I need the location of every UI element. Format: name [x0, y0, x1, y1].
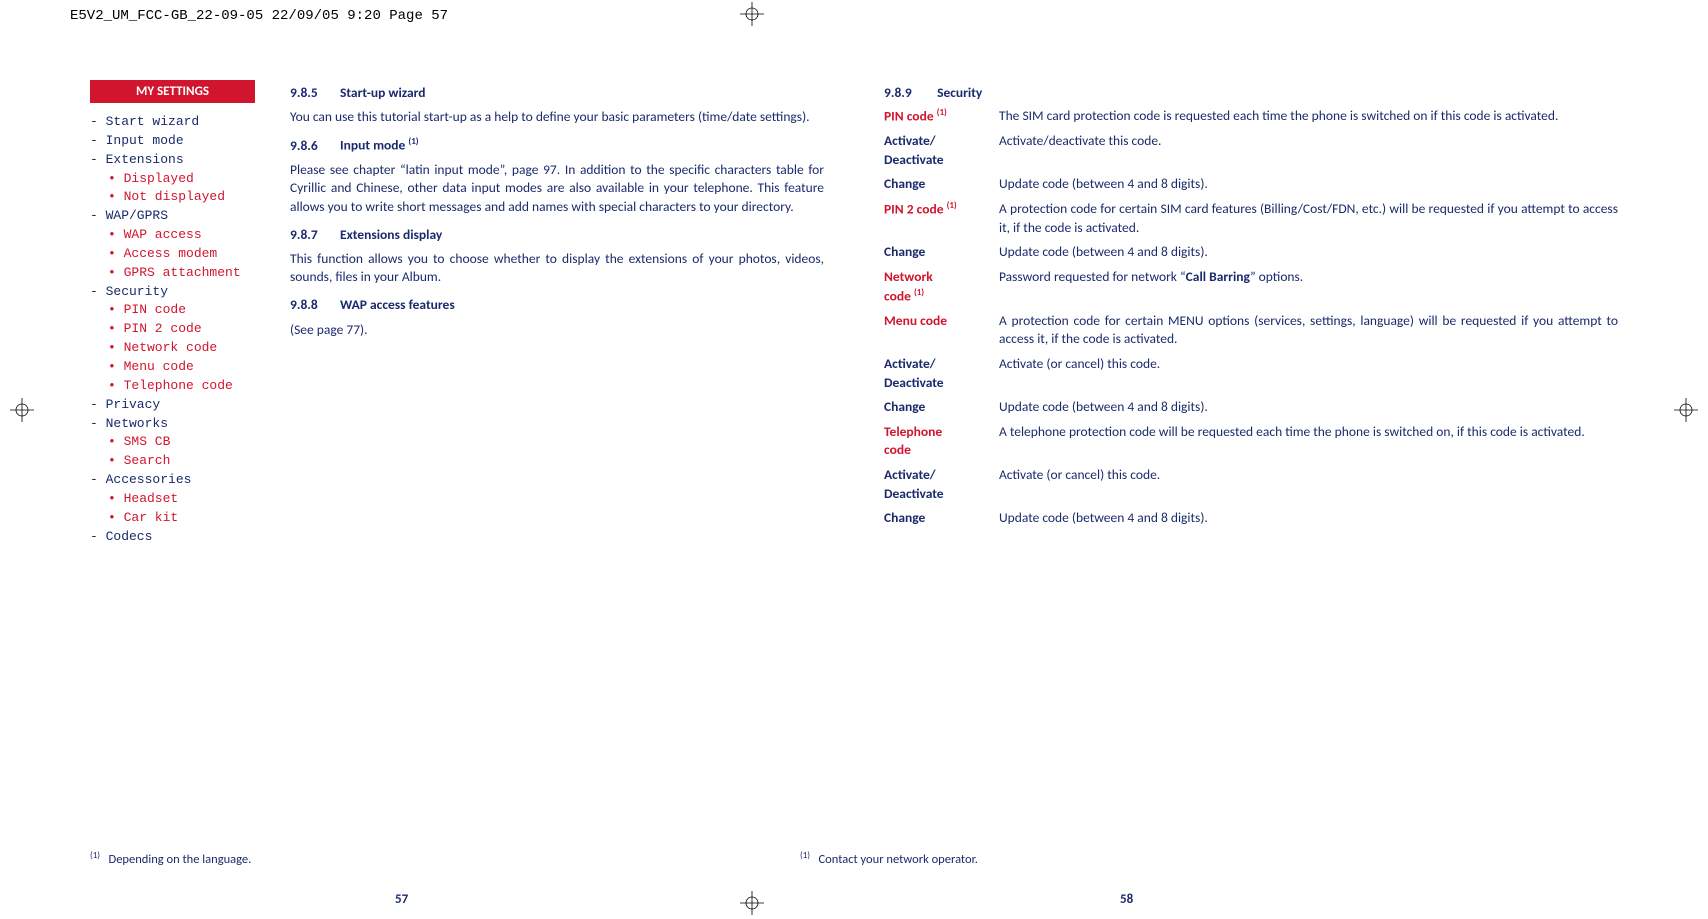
footnote-text: Contact your network operator. — [819, 852, 978, 867]
definition-body: Update code (between 4 and 8 digits). — [999, 243, 1618, 262]
definition-body: Activate/deactivate this code. — [999, 132, 1618, 169]
definition-term: Change — [884, 175, 999, 194]
paragraph: You can use this tutorial start-up as a … — [290, 108, 824, 126]
definition-row: ChangeUpdate code (between 4 and 8 digit… — [884, 398, 1618, 417]
definition-row: Activate/DeactivateActivate/deactivate t… — [884, 132, 1618, 169]
section-heading: 9.8.6Input mode (1) — [290, 136, 824, 155]
footnote-text: Depending on the language. — [109, 852, 252, 867]
definition-row: TelephonecodeA telephone protection code… — [884, 423, 1618, 460]
sidebar-top-item: - Input mode — [90, 132, 270, 151]
left-body: 9.8.5Start-up wizard You can use this tut… — [290, 80, 824, 546]
sidebar-top-item: - Codecs — [90, 528, 270, 547]
definition-body: The SIM card protection code is requeste… — [999, 107, 1618, 126]
crop-mark-right — [1674, 398, 1698, 422]
definition-body: Password requested for network “Call Bar… — [999, 268, 1618, 306]
definition-term: Activate/Deactivate — [884, 466, 999, 503]
sidebar-top-item: - Privacy — [90, 396, 270, 415]
definition-row: Activate/DeactivateActivate (or cancel) … — [884, 355, 1618, 392]
print-header: E5V2_UM_FCC-GB_22-09-05 22/09/05 9:20 Pa… — [70, 8, 448, 24]
section-heading: 9.8.5Start-up wizard — [290, 84, 824, 102]
definition-body: Update code (between 4 and 8 digits). — [999, 398, 1618, 417]
page-left: MY SETTINGS - Start wizard- Input mode- … — [90, 80, 824, 807]
section-heading: 9.8.8WAP access features — [290, 296, 824, 314]
sidebar-sub-item: • Car kit — [90, 509, 270, 528]
sidebar-top-item: - Extensions — [90, 151, 270, 170]
section-heading-security: 9.8.9 Security — [884, 84, 1618, 101]
sidebar-sub-item: • Network code — [90, 339, 270, 358]
definition-row: ChangeUpdate code (between 4 and 8 digit… — [884, 175, 1618, 194]
section-tab: MY SETTINGS — [90, 80, 255, 103]
footnote-mark: (1) — [800, 850, 810, 861]
definition-row: ChangeUpdate code (between 4 and 8 digit… — [884, 243, 1618, 262]
crop-mark-bottom — [740, 891, 764, 915]
sidebar-sub-item: • Telephone code — [90, 377, 270, 396]
definition-body: Update code (between 4 and 8 digits). — [999, 175, 1618, 194]
definition-term: Activate/Deactivate — [884, 355, 999, 392]
sidebar-top-item: - Networks — [90, 415, 270, 434]
footnote-left: (1) Depending on the language. — [90, 850, 251, 867]
paragraph: (See page 77). — [290, 321, 824, 339]
sidebar-sub-item: • SMS CB — [90, 433, 270, 452]
section-number: 9.8.9 — [884, 84, 934, 101]
definition-term: Activate/Deactivate — [884, 132, 999, 169]
sidebar-top-item: - Security — [90, 283, 270, 302]
sidebar-top-item: - WAP/GPRS — [90, 207, 270, 226]
footnote-right: (1) Contact your network operator. — [800, 850, 978, 867]
definition-body: Activate (or cancel) this code. — [999, 355, 1618, 392]
paragraph: Please see chapter “latin input mode”, p… — [290, 161, 824, 216]
definition-term: Telephonecode — [884, 423, 999, 460]
definition-term: Change — [884, 243, 999, 262]
definition-body: A protection code for certain MENU optio… — [999, 312, 1618, 349]
definition-term: Menu code — [884, 312, 999, 349]
sidebar-top-item: - Start wizard — [90, 113, 270, 132]
sidebar-sub-item: • GPRS attachment — [90, 264, 270, 283]
definition-term: Change — [884, 509, 999, 528]
page-right: 9.8.9 Security PIN code (1)The SIM card … — [884, 80, 1618, 807]
definition-row: PIN code (1)The SIM card protection code… — [884, 107, 1618, 126]
definition-term: Change — [884, 398, 999, 417]
definition-row: Menu codeA protection code for certain M… — [884, 312, 1618, 349]
sidebar-sub-item: • Not displayed — [90, 188, 270, 207]
sidebar-sub-item: • PIN 2 code — [90, 320, 270, 339]
definition-row: PIN 2 code (1)A protection code for cert… — [884, 200, 1618, 237]
sidebar-sub-item: • Displayed — [90, 170, 270, 189]
sidebar-sub-item: • Search — [90, 452, 270, 471]
page-number-left: 57 — [395, 892, 408, 907]
sidebar-sub-item: • PIN code — [90, 301, 270, 320]
definition-body: A protection code for certain SIM card f… — [999, 200, 1618, 237]
definition-row: Networkcode (1)Password requested for ne… — [884, 268, 1618, 306]
sidebar-sub-item: • Access modem — [90, 245, 270, 264]
sidebar-menu: - Start wizard- Input mode- Extensions• … — [90, 113, 270, 546]
definitions-list: PIN code (1)The SIM card protection code… — [884, 107, 1618, 528]
definition-term: PIN 2 code (1) — [884, 200, 999, 237]
definition-body: A telephone protection code will be requ… — [999, 423, 1618, 460]
definition-row: Activate/DeactivateActivate (or cancel) … — [884, 466, 1618, 503]
sidebar-sub-item: • Menu code — [90, 358, 270, 377]
definition-term: Networkcode (1) — [884, 268, 999, 306]
sidebar-top-item: - Accessories — [90, 471, 270, 490]
page-number-right: 58 — [1120, 892, 1133, 907]
definition-row: ChangeUpdate code (between 4 and 8 digit… — [884, 509, 1618, 528]
paragraph: This function allows you to choose wheth… — [290, 250, 824, 286]
definition-body: Activate (or cancel) this code. — [999, 466, 1618, 503]
definition-term: PIN code (1) — [884, 107, 999, 126]
sidebar-sub-item: • WAP access — [90, 226, 270, 245]
section-heading: 9.8.7Extensions display — [290, 226, 824, 244]
definition-body: Update code (between 4 and 8 digits). — [999, 509, 1618, 528]
sidebar-sub-item: • Headset — [90, 490, 270, 509]
crop-mark-left — [10, 398, 34, 422]
crop-mark-top — [740, 2, 764, 26]
footnote-mark: (1) — [90, 850, 100, 861]
section-title: Security — [937, 84, 982, 101]
